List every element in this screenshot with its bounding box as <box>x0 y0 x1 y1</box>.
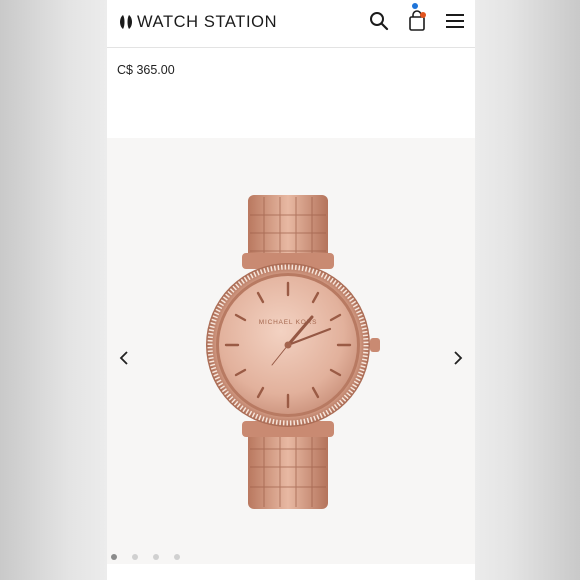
brand-logo[interactable]: WATCH STATION <box>118 11 277 33</box>
bag-count-dot <box>420 12 426 18</box>
logo-mark-icon <box>120 15 132 29</box>
shopping-bag-button[interactable] <box>404 3 430 34</box>
brand-name: WATCH STATION <box>137 12 278 31</box>
gallery-prev-button[interactable] <box>114 346 134 370</box>
product-page: WATCH STATION C$ 365.00 MICHAEL KORS <box>107 0 475 580</box>
gallery-pagination <box>107 550 475 566</box>
menu-button[interactable] <box>442 8 468 34</box>
hamburger-menu-icon <box>446 14 464 28</box>
gallery-dot-2[interactable] <box>132 554 138 560</box>
gallery-dot-3[interactable] <box>153 554 159 560</box>
search-button[interactable] <box>366 8 392 34</box>
bag-notification-dot <box>412 3 418 9</box>
product-image-watch: MICHAEL KORS <box>206 195 380 509</box>
gallery-dot-1[interactable] <box>111 554 117 560</box>
chevron-right-icon <box>454 351 463 365</box>
search-icon <box>370 12 389 31</box>
product-image-gallery[interactable]: MICHAEL KORS <box>107 138 475 564</box>
site-header: WATCH STATION <box>107 0 475 48</box>
gallery-dot-4[interactable] <box>174 554 180 560</box>
chevron-left-icon <box>119 351 128 365</box>
product-price: C$ 365.00 <box>117 63 175 77</box>
gallery-next-button[interactable] <box>448 346 468 370</box>
